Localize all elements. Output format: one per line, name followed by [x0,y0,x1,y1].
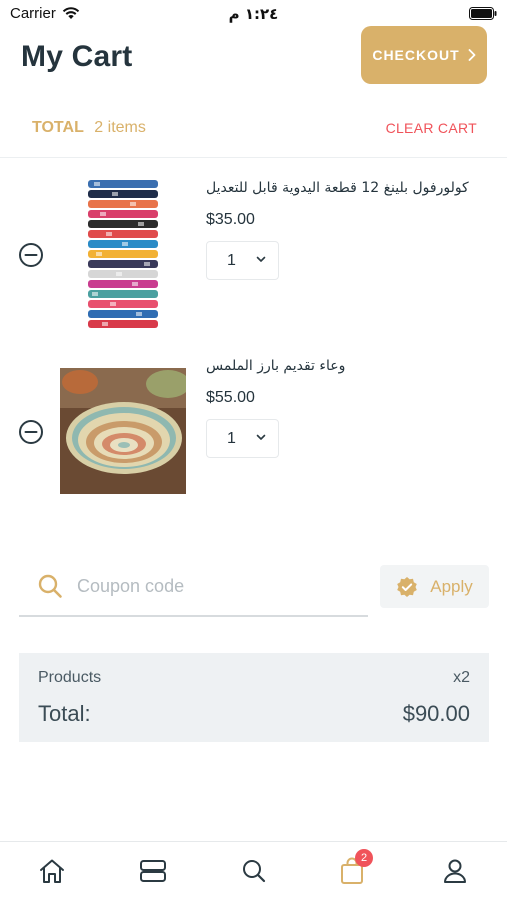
tab-bar: 2 [0,841,507,900]
product-image-basket [60,368,186,494]
order-summary: Products x2 Total: $90.00 [19,653,489,742]
total-label: Total: [38,701,91,726]
checkout-button[interactable]: CHECKOUT [361,26,487,84]
cart-total-row: TOTAL 2 items CLEAR CART [32,119,477,139]
coupon-field [19,560,368,617]
home-icon [40,859,64,883]
product-image-bracelets [86,178,160,330]
chevron-down-icon [256,256,266,262]
status-time: ١:٢٤ م [228,5,279,23]
search-icon [243,860,266,883]
quantity-value: 1 [227,251,236,269]
search-icon [38,574,62,598]
tab-profile[interactable] [440,856,470,886]
chevron-down-icon [256,434,266,440]
battery-icon [469,7,497,20]
chevron-right-icon [468,49,476,61]
items-count: 2 items [94,119,146,136]
cart-item: كولورفول بلينغ 12 قطعة اليدوية قابل للتع… [0,158,507,343]
remove-item-icon[interactable] [18,242,44,268]
item-price: $35.00 [206,211,255,228]
tab-cart[interactable]: 2 [337,849,373,886]
tab-search[interactable] [239,856,269,886]
total-value: $90.00 [402,701,470,726]
products-label: Products [38,669,102,686]
remove-item-icon[interactable] [18,419,44,445]
quantity-value: 1 [227,429,236,447]
quantity-select[interactable]: 1 [206,419,279,458]
clear-cart-button[interactable]: CLEAR CART [386,120,477,136]
verified-badge-icon [397,576,418,597]
item-price: $55.00 [206,389,255,406]
categories-icon [140,860,166,882]
item-title: كولورفول بلينغ 12 قطعة اليدوية قابل للتع… [206,180,469,196]
cart-item: وعاء تقديم بارز الملمس $55.00 1 [0,343,507,528]
apply-label: Apply [430,576,473,596]
products-count: x2 [453,669,470,686]
item-title: وعاء تقديم بارز الملمس [206,358,346,374]
cart-badge: 2 [355,849,373,867]
tab-home[interactable] [37,856,67,886]
checkout-label: CHECKOUT [372,47,460,63]
status-bar: Carrier ١:٢٤ م [0,0,507,28]
quantity-select[interactable]: 1 [206,241,279,280]
tab-categories[interactable] [138,856,168,886]
coupon-input[interactable] [77,570,357,602]
profile-icon [444,859,466,883]
page-title: My Cart [21,40,133,73]
total-label: TOTAL [32,119,84,136]
apply-coupon-button[interactable]: Apply [380,565,489,608]
